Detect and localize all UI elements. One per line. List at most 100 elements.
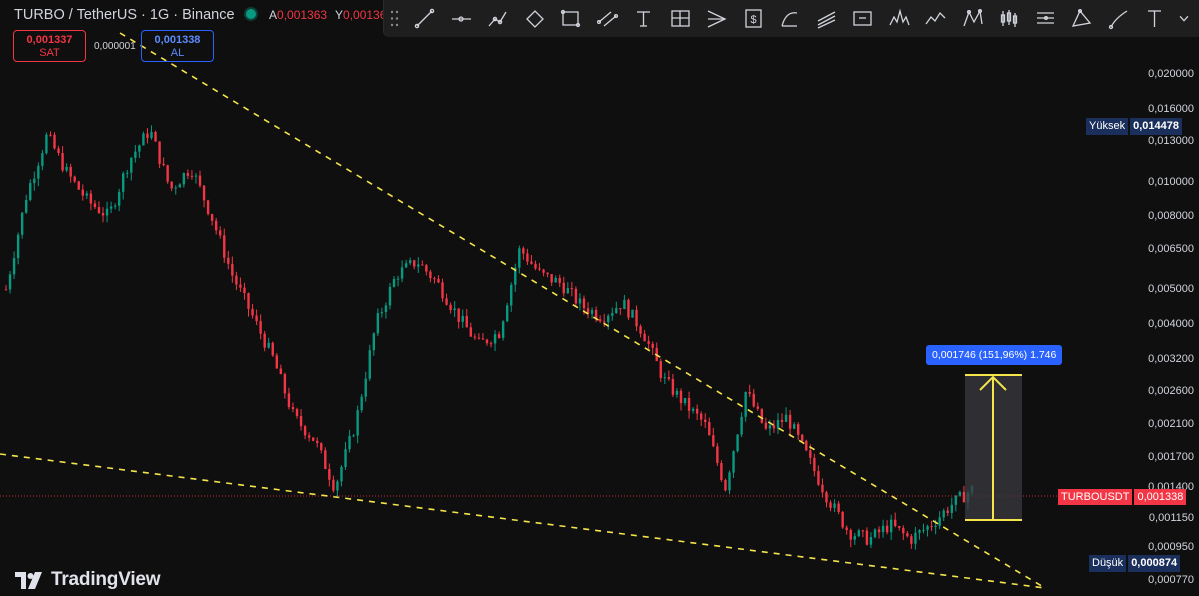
lower-trendline[interactable] <box>0 453 1046 589</box>
ohlc-open-value: 0,001363 <box>277 8 328 22</box>
candle-body <box>857 530 861 537</box>
candle-body <box>574 288 578 304</box>
candle-body <box>720 463 723 480</box>
measure-label: 0,001746 (151,96%) 1.746 <box>926 345 1063 365</box>
tool-triangle-pattern[interactable] <box>1068 5 1095 32</box>
tool-parallel-channel[interactable] <box>594 5 621 32</box>
market-open-indicator <box>246 9 256 19</box>
candle-body <box>138 145 141 152</box>
candle-body <box>194 175 198 177</box>
candle-body <box>918 530 921 533</box>
tool-bars-pattern[interactable] <box>995 5 1022 32</box>
candle-body <box>170 181 173 189</box>
buy-price: 0,001338 <box>154 34 201 46</box>
tradingview-logo[interactable]: TradingView <box>15 569 161 591</box>
tool-fib-levels[interactable] <box>1032 5 1059 32</box>
candle-body <box>33 178 36 184</box>
price-range-icon <box>853 11 872 26</box>
candle-body <box>598 319 602 322</box>
candle-body <box>902 527 905 534</box>
tool-fib-channel[interactable] <box>813 5 840 32</box>
high-marker-name: Yüksek <box>1086 118 1129 135</box>
candle-body <box>607 315 610 323</box>
candle-body <box>142 133 145 146</box>
drag-handle-icon[interactable] <box>390 10 400 27</box>
candle-body <box>372 333 376 351</box>
parallel-channel-icon <box>596 11 618 27</box>
candle-body <box>505 305 509 322</box>
candle-body <box>578 298 582 304</box>
candle-body <box>562 282 565 294</box>
upper-trendline[interactable] <box>119 32 1046 589</box>
candle-body <box>417 264 420 267</box>
candle-body <box>243 287 246 294</box>
tool-brush[interactable] <box>1105 5 1132 32</box>
sell-price: 0,001337 <box>26 34 73 46</box>
tool-polyline[interactable] <box>484 5 511 32</box>
fib-channel-icon <box>817 11 835 29</box>
measure-tool[interactable] <box>965 374 1022 521</box>
tool-arc[interactable] <box>776 5 803 32</box>
price-axis-label: 0,001150 <box>1148 511 1194 524</box>
price-axis-label: 0,013000 <box>1148 134 1194 147</box>
candle-body <box>772 425 776 429</box>
polyline-icon <box>488 11 507 27</box>
tool-trend-line[interactable] <box>411 5 438 32</box>
candle-body <box>267 342 270 348</box>
candle-body <box>647 341 650 344</box>
candle-body <box>865 530 869 545</box>
candle-body <box>631 309 634 318</box>
tool-rectangle[interactable] <box>557 5 584 32</box>
candle-body <box>368 350 371 379</box>
candle-body <box>663 377 667 379</box>
candle-body <box>825 492 828 503</box>
candle-body <box>724 479 727 491</box>
price-label-icon: $ <box>744 9 762 28</box>
candle-body <box>894 519 897 527</box>
candle-body <box>946 510 949 513</box>
candle-body <box>356 410 359 436</box>
chevron-down-icon <box>1179 15 1189 22</box>
tool-pitchfork[interactable] <box>703 5 730 32</box>
candle-body <box>332 479 335 491</box>
candle-body <box>776 419 780 429</box>
tool-elliott-wave[interactable] <box>922 5 949 32</box>
candle-body <box>675 390 679 395</box>
candle-body <box>493 334 497 344</box>
tool-price-label[interactable]: $ <box>740 5 767 32</box>
current-symbol: TURBOUSDT <box>1058 489 1133 505</box>
candle-body <box>41 153 44 166</box>
tool-rectangle-rotated[interactable] <box>521 5 548 32</box>
price-chart[interactable] <box>0 0 1130 591</box>
tool-fib-grid[interactable] <box>667 5 694 32</box>
bars-pattern-icon <box>1000 10 1018 27</box>
candle-body <box>639 326 642 334</box>
candle-body <box>659 361 662 378</box>
tool-horizontal-ray[interactable] <box>448 5 475 32</box>
buy-button[interactable]: 0,001338 AL <box>141 30 214 62</box>
candle-body <box>869 537 873 545</box>
candle-body <box>146 133 149 138</box>
tool-text-tool[interactable] <box>1141 5 1168 32</box>
tool-price-range[interactable] <box>849 5 876 32</box>
candle-body <box>582 298 586 309</box>
toolbar-more-button[interactable] <box>1174 5 1194 32</box>
tool-head-shoulders[interactable] <box>886 5 913 32</box>
candle-body <box>198 175 202 186</box>
candle-body <box>336 481 339 491</box>
symbol-title[interactable]: TURBO / TetherUS · 1G · Binance <box>14 7 235 23</box>
price-axis-label: 0,003200 <box>1148 352 1194 365</box>
candle-body <box>522 248 525 254</box>
candle-body <box>485 339 489 344</box>
candle-body <box>73 176 76 182</box>
candle-body <box>926 526 929 530</box>
sell-button[interactable]: 0,001337 SAT <box>13 30 86 62</box>
chart-area[interactable] <box>0 0 1130 591</box>
tool-xabcd-pattern[interactable] <box>959 5 986 32</box>
price-axis-label: 0,000770 <box>1148 574 1194 586</box>
candle-body <box>105 208 109 216</box>
candle-body <box>623 299 626 310</box>
candle-body <box>154 131 157 142</box>
tool-text[interactable] <box>630 5 657 32</box>
candle-body <box>546 272 549 275</box>
